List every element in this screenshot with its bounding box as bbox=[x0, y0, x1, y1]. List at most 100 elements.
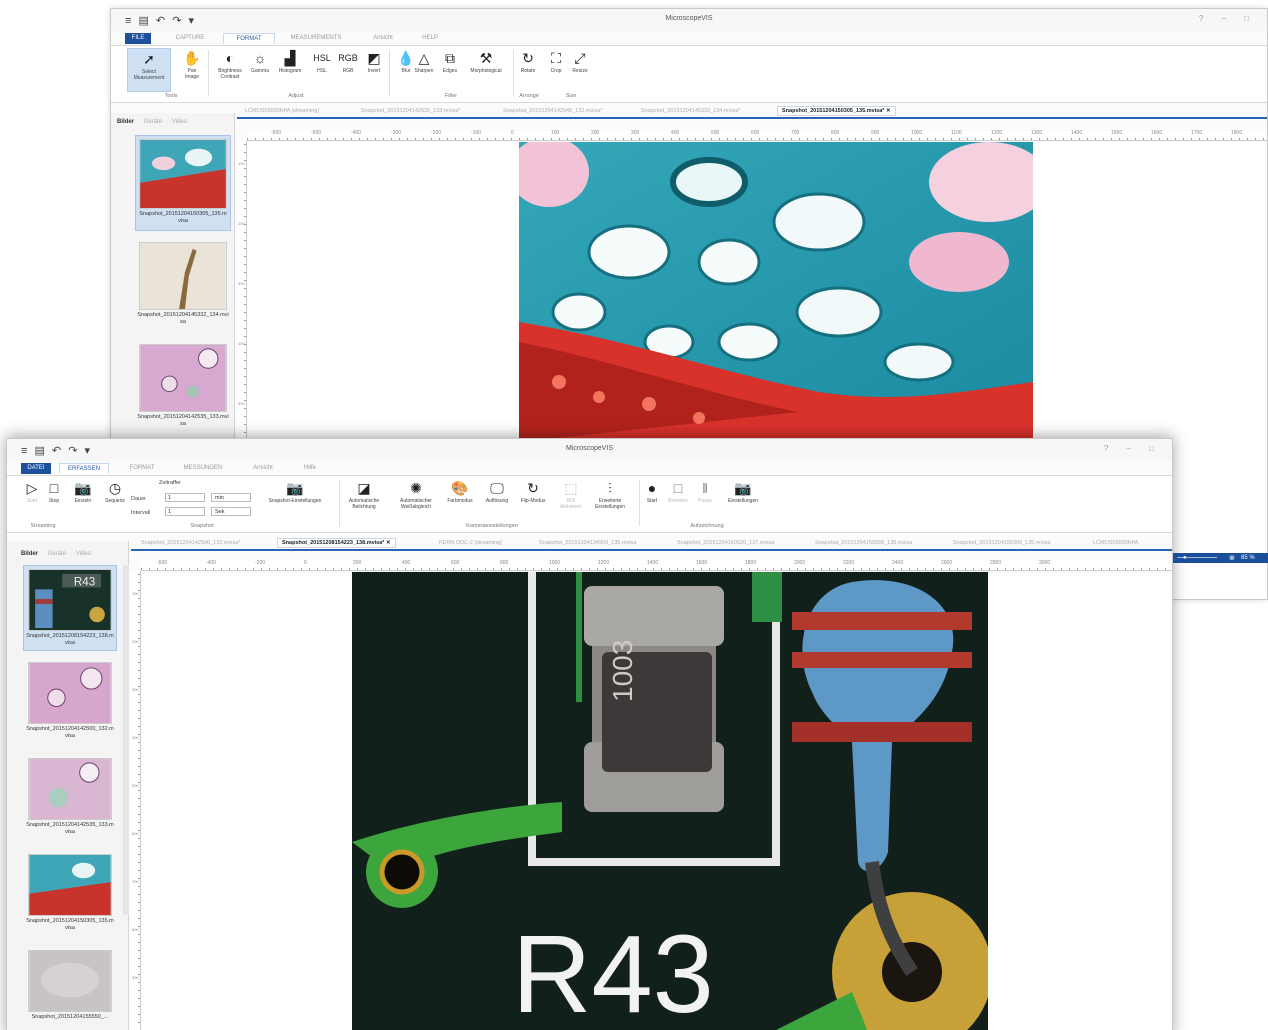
window-controls[interactable]: ? – □ bbox=[1104, 444, 1162, 453]
duration-spinner[interactable]: 1 bbox=[165, 493, 205, 502]
thumbnail-item[interactable]: Snapshot_20151204142500_132.mvisa bbox=[23, 659, 117, 747]
thumbnail-item[interactable]: Snapshot_20151204142535_133.mvisa bbox=[135, 341, 231, 437]
close-icon[interactable]: ✕ bbox=[386, 540, 391, 546]
play-icon: ▷ bbox=[26, 480, 38, 496]
crop-button[interactable]: ⛶ Crop bbox=[543, 48, 569, 92]
record-icon: ● bbox=[647, 480, 657, 496]
tab-ansicht[interactable]: Ansicht bbox=[363, 33, 403, 44]
sidebar-tab-geraete[interactable]: Geräte bbox=[144, 119, 162, 125]
ruler-tick-label: 2600 bbox=[941, 560, 953, 566]
ruler-tick-label: 900 bbox=[132, 975, 139, 980]
pan-image-button[interactable]: ✋ Pan Image bbox=[179, 48, 205, 92]
gamma-button[interactable]: ☼ Gamma bbox=[247, 48, 273, 92]
doc-tab[interactable]: KERN ODC-2 [streaming] bbox=[439, 540, 502, 546]
ruler-tick-label: 1200 bbox=[598, 560, 610, 566]
record-start-button[interactable]: ● Start bbox=[641, 478, 663, 522]
interval-spinner[interactable]: 1 bbox=[165, 507, 205, 516]
thumbnail-item[interactable]: R43 Snapshot_20151208154223_138.mvisa bbox=[23, 565, 117, 651]
tab-capture[interactable]: CAPTURE bbox=[165, 33, 215, 44]
ruler-tick-label: 300 bbox=[238, 281, 245, 286]
tab-hilfe[interactable]: Hilfe bbox=[295, 463, 325, 474]
doc-tab[interactable]: Snapshot_20151204150305_135.mvisa bbox=[953, 540, 1050, 546]
sidebar-scrollbar[interactable] bbox=[123, 565, 129, 915]
advanced-settings-button[interactable]: ⫶ Erweiterte Einstellungen bbox=[587, 478, 633, 522]
group-separator bbox=[389, 50, 390, 96]
doc-tab[interactable]: LCMOS03000KPA bbox=[1093, 540, 1138, 546]
stream-start-button[interactable]: ▷ Start bbox=[21, 478, 43, 522]
snapshot-settings-button[interactable]: 📷 Snapshot-Einstellungen bbox=[255, 478, 335, 522]
zoom-slider-thumb[interactable]: ● bbox=[1183, 555, 1187, 561]
hsl-button[interactable]: HSL HSL bbox=[309, 48, 335, 92]
sidebar-tab-geraete[interactable]: Geräte bbox=[48, 551, 66, 557]
auto-white-balance-button[interactable]: ✺ Automatischer Weißabgleich bbox=[391, 478, 441, 522]
ruler-tick-label: 400 bbox=[402, 560, 411, 566]
tab-datei[interactable]: DATEI bbox=[21, 463, 51, 474]
tab-messungen[interactable]: MESSUNGEN bbox=[175, 463, 231, 474]
record-pause-button[interactable]: ‖ Pause bbox=[693, 478, 717, 522]
resize-icon: ⤢ bbox=[574, 50, 586, 66]
ribbon-format: ➚ Select Measurement ✋ Pan Image ◐ Brightn… bbox=[111, 45, 1267, 103]
doc-tab[interactable]: Snapshot_20151204142535_133.mvisa* bbox=[361, 108, 460, 114]
doc-tab-active[interactable]: Snapshot_20151204150305_135.mvisa* ✕ bbox=[777, 106, 896, 116]
tab-measurements[interactable]: MEASUREMENTS bbox=[283, 33, 349, 44]
ruler-tick-label: 400 bbox=[238, 341, 245, 346]
resolution-button[interactable]: 🖵 Auflösung bbox=[479, 478, 515, 522]
rgb-button[interactable]: RGB RGB bbox=[335, 48, 361, 92]
tab-format[interactable]: FORMAT bbox=[117, 463, 167, 474]
stream-stop-button[interactable]: □ Stop bbox=[43, 478, 65, 522]
thumbnail-item[interactable]: Snapshot_20151204155550_... bbox=[23, 947, 117, 1030]
record-settings-button[interactable]: 📷 Einstellungen bbox=[719, 478, 767, 522]
doc-tab[interactable]: Snapshot_20151204142500_132.mvisa* bbox=[141, 540, 240, 546]
thumbnail-item[interactable]: Snapshot_20151204150305_135.mvisa bbox=[135, 135, 231, 231]
zoom-in-icon[interactable]: ⊕ bbox=[1229, 554, 1235, 562]
thumbnail-item[interactable]: Snapshot_20151204142535_133.mvisa bbox=[23, 755, 117, 843]
snapshot-single-button[interactable]: 📷 Einzeln bbox=[69, 478, 97, 522]
ruler-tick-label: 1000 bbox=[911, 130, 923, 136]
doc-tab[interactable]: Snapshot_20151204134909_135.mvisa bbox=[539, 540, 636, 546]
tab-file[interactable]: FILE bbox=[125, 33, 151, 44]
sidebar-tab-bilder[interactable]: Bilder bbox=[117, 119, 134, 125]
tab-ansicht[interactable]: Ansicht bbox=[243, 463, 283, 474]
doc-tab[interactable]: LCMOS03000KPA [streaming] bbox=[245, 108, 319, 114]
doc-tab[interactable]: Snapshot_20151204160520_137.mvisa bbox=[677, 540, 774, 546]
close-icon[interactable]: ✕ bbox=[886, 108, 891, 114]
tab-format[interactable]: FORMAT bbox=[223, 33, 275, 44]
color-mode-button[interactable]: 🎨 Farbmodus bbox=[441, 478, 479, 522]
sidebar-tab-video[interactable]: Video bbox=[76, 551, 91, 557]
thumbnail-item[interactable]: Snapshot_20151204150305_135.mvisa bbox=[23, 851, 117, 939]
resize-button[interactable]: ⤢ Resize bbox=[567, 48, 593, 92]
invert-button[interactable]: ◩ Invert bbox=[361, 48, 387, 92]
flip-mode-button[interactable]: ↻ Flip-Modus bbox=[515, 478, 551, 522]
zoom-slider-bar[interactable]: ● ⊕ 85 % bbox=[1173, 553, 1268, 563]
auto-exposure-button[interactable]: ◪ Automatische Belichtung bbox=[341, 478, 387, 522]
sidebar-tab-bilder[interactable]: Bilder bbox=[21, 551, 38, 557]
tab-help[interactable]: HELP bbox=[415, 33, 445, 44]
edges-button[interactable]: ⧉ Edges bbox=[437, 48, 463, 92]
doc-tab[interactable]: Snapshot_20151204142945_132.mvisa* bbox=[503, 108, 602, 114]
duration-label: Dauer bbox=[131, 496, 146, 502]
interval-unit-select[interactable]: Sek bbox=[211, 507, 251, 516]
doc-tab-active[interactable]: Snapshot_20151208154223_138.mvisa* ✕ bbox=[277, 538, 396, 548]
thumbnail-item[interactable]: Snapshot_20151204145332_134.mvisa bbox=[135, 239, 231, 335]
window-controls[interactable]: ? – □ bbox=[1199, 14, 1257, 23]
duration-unit-select[interactable]: min bbox=[211, 493, 251, 502]
image-canvas[interactable]: 1003 R43 bbox=[142, 572, 1172, 1030]
sequence-button[interactable]: ◷ Sequenz bbox=[101, 478, 129, 522]
ruler-tick-label: 1300 bbox=[1031, 130, 1043, 136]
ruler-tick-label: 900 bbox=[871, 130, 880, 136]
histogram-button[interactable]: ▟ Histogram bbox=[275, 48, 305, 92]
image-browser-sidebar: Bilder Geräte Video R43 Snapshot_2015120… bbox=[7, 541, 129, 1030]
doc-tab[interactable]: Snapshot_20151204155558_136.mvisa bbox=[815, 540, 912, 546]
doc-tab[interactable]: Snapshot_20151204145332_134.mvisa* bbox=[641, 108, 740, 114]
tab-erfassen[interactable]: ERFASSEN bbox=[59, 463, 109, 474]
sharpen-button[interactable]: △ Sharpen bbox=[411, 48, 437, 92]
morphological-button[interactable]: ⚒ Morphological bbox=[463, 48, 509, 92]
sidebar-tab-video[interactable]: Video bbox=[172, 119, 187, 125]
roi-enable-button[interactable]: ⬚ ROI Aktivieren bbox=[557, 478, 585, 522]
select-measurement-button[interactable]: ➚ Select Measurement bbox=[127, 48, 171, 92]
record-stop-button[interactable]: □ Beenden bbox=[663, 478, 693, 522]
title-bar: ≡ ▤ ↶ ↷ ▾ MicroscopeVIS ? – □ bbox=[111, 9, 1267, 31]
brightness-contrast-button[interactable]: ◐ Brightness Contrast bbox=[213, 48, 247, 92]
ruler-tick-label: 1200 bbox=[991, 130, 1003, 136]
rotate-button[interactable]: ↻ Rotate bbox=[515, 48, 541, 92]
